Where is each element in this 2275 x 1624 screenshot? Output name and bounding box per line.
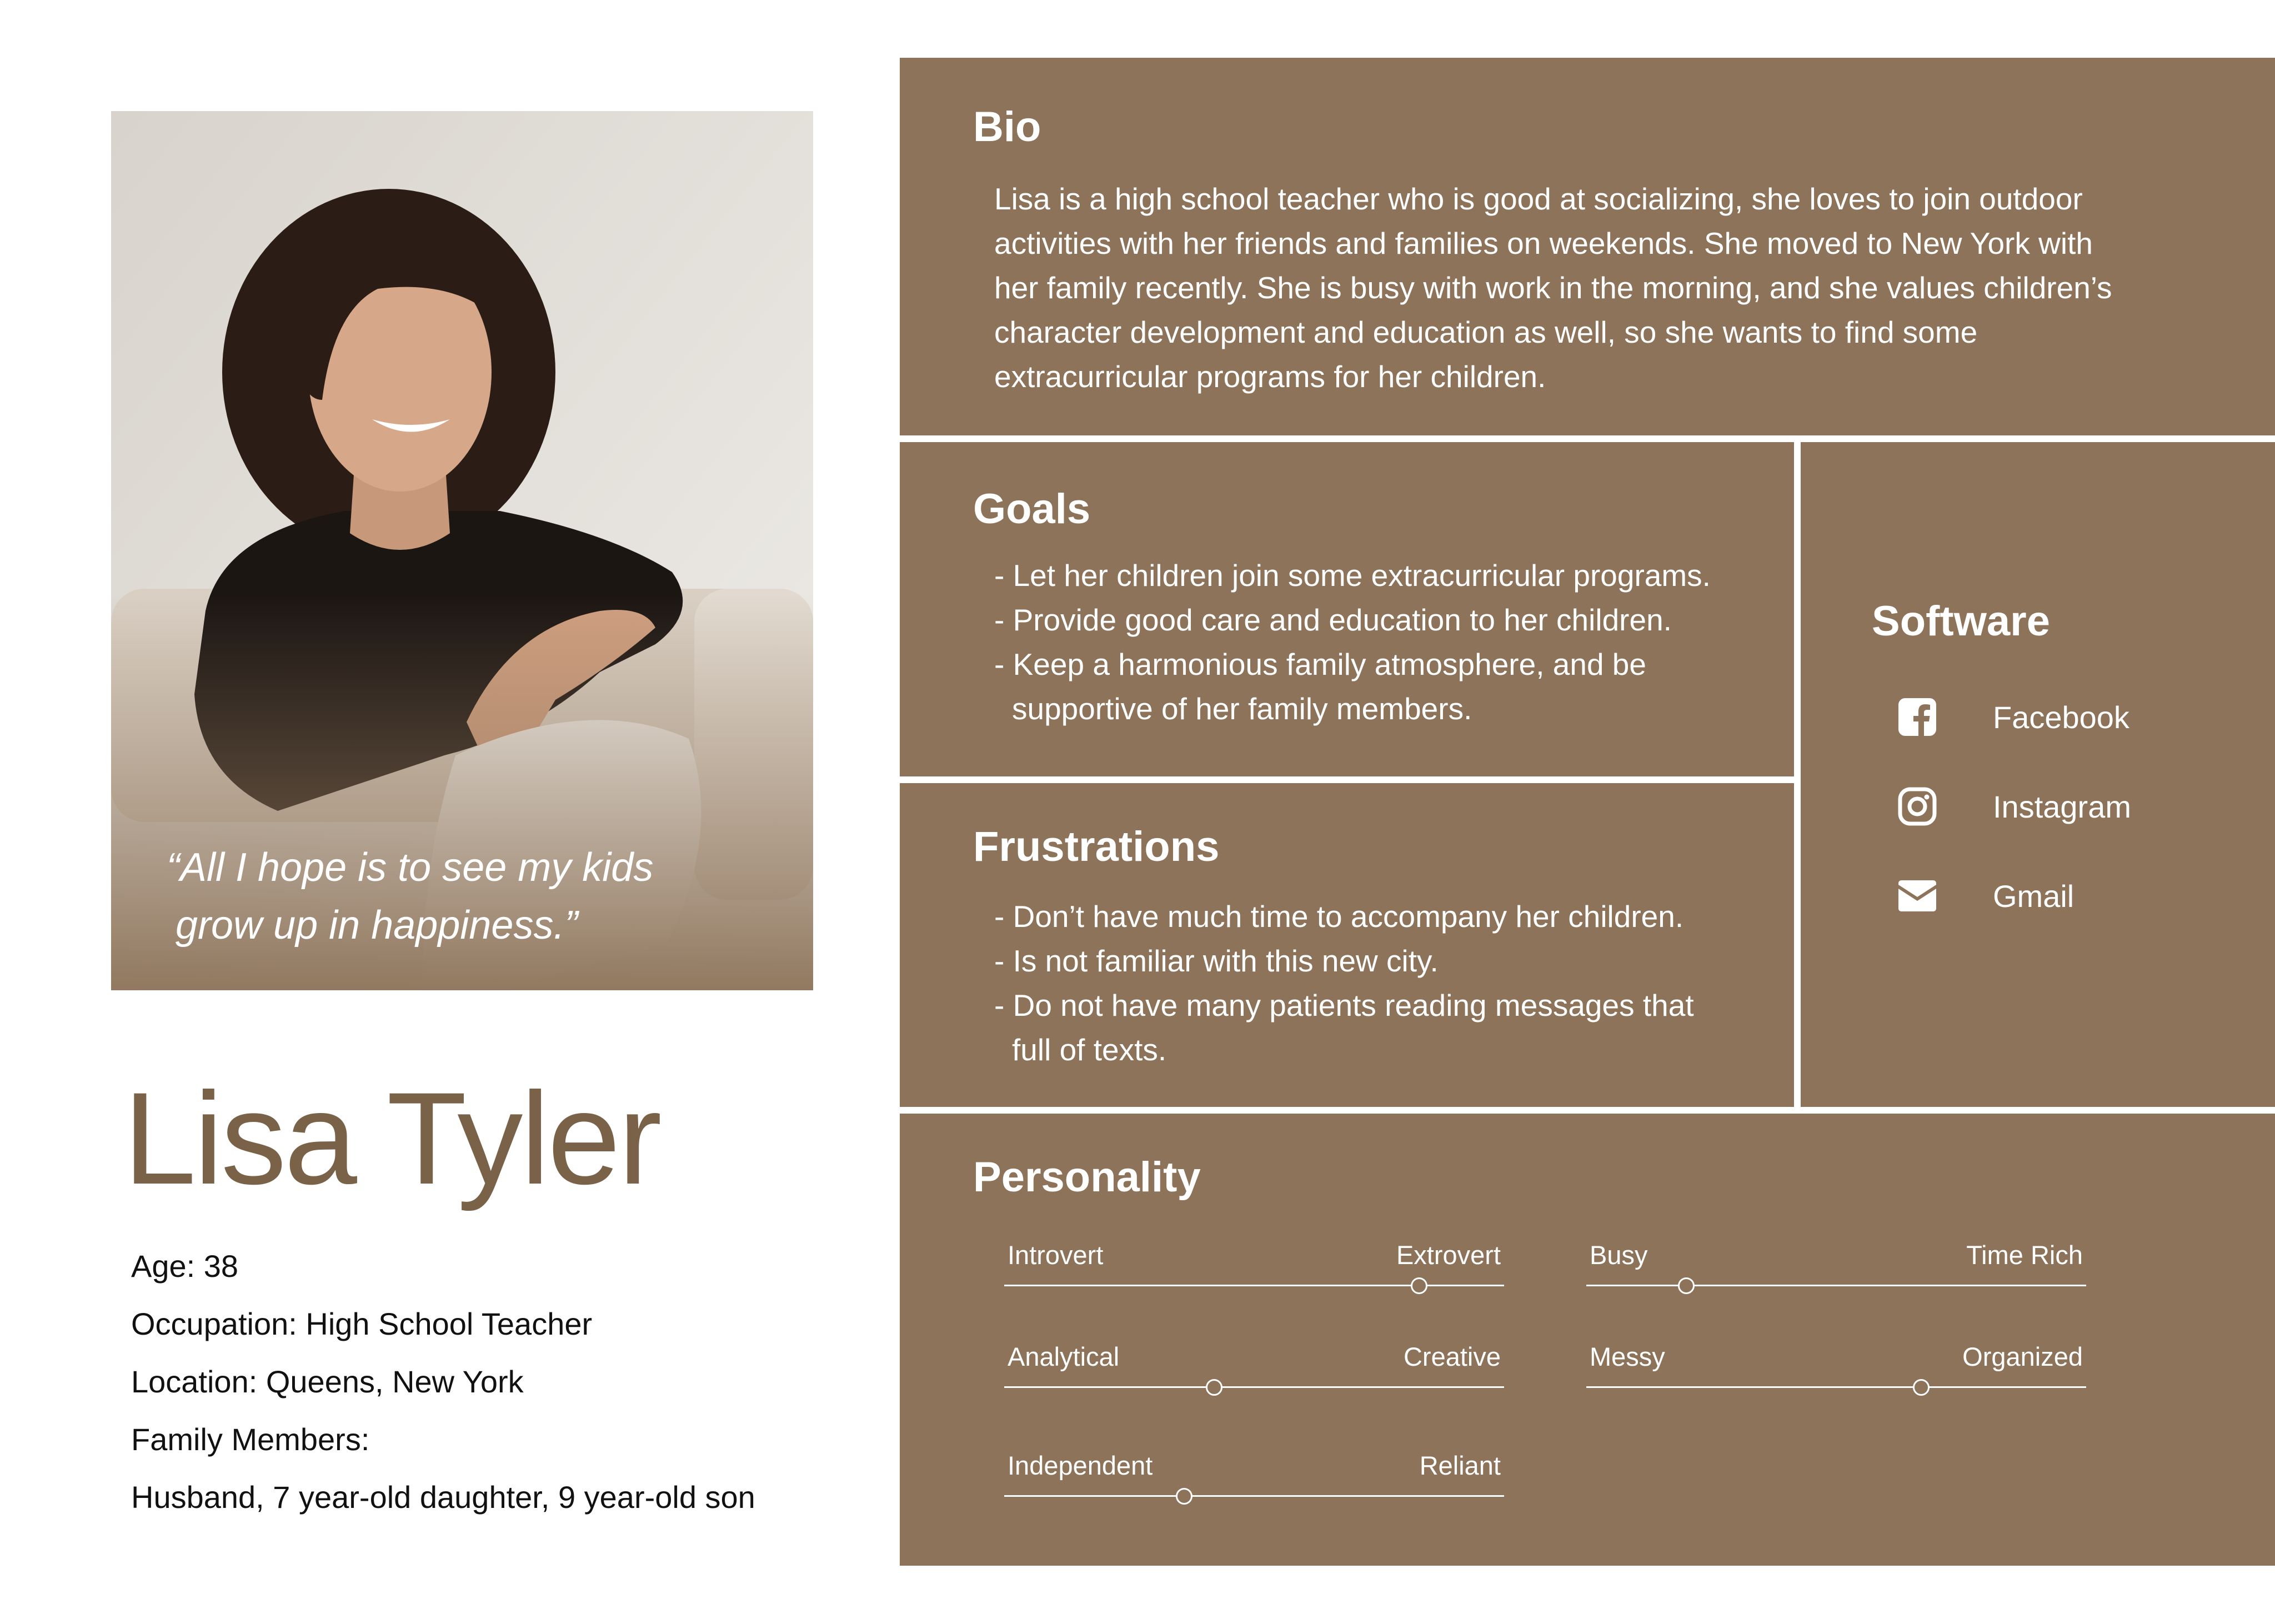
trait-slider-introvert-extrovert: Introvert Extrovert: [1004, 1239, 1504, 1305]
software-panel: Software Facebook Instagram Gmail: [1801, 442, 2275, 1107]
trait-knob: [1411, 1277, 1427, 1294]
trait-slider-busy-timerich: Busy Time Rich: [1586, 1239, 2086, 1305]
trait-left-label: Independent: [1008, 1451, 1153, 1480]
persona-quote: “All I hope is to see my kids grow up in…: [167, 839, 778, 954]
frustration-item: - Is not familiar with this new city.: [994, 944, 1439, 978]
goal-item: - Provide good care and education to her…: [994, 603, 1672, 637]
trait-track: [1586, 1386, 2086, 1388]
frustrations-panel: Frustrations - Don’t have much time to a…: [900, 783, 1794, 1107]
persona-facts: Age: 38 Occupation: High School Teacher …: [131, 1237, 755, 1526]
software-item-instagram[interactable]: Instagram: [1895, 781, 2131, 831]
software-label: Gmail: [1993, 878, 2074, 914]
trait-knob: [1913, 1379, 1930, 1396]
personality-title: Personality: [973, 1154, 1201, 1201]
frustrations-title: Frustrations: [973, 823, 1220, 870]
software-item-facebook[interactable]: Facebook: [1895, 692, 2129, 742]
trait-right-label: Extrovert: [1396, 1240, 1501, 1270]
fact-occupation: Occupation: High School Teacher: [131, 1306, 593, 1341]
trait-knob: [1678, 1277, 1695, 1294]
frustration-item: - Don’t have much time to accompany her …: [994, 899, 1684, 934]
trait-left-label: Analytical: [1008, 1342, 1120, 1371]
goals-title: Goals: [973, 485, 1091, 533]
trait-left-label: Busy: [1590, 1240, 1648, 1270]
trait-slider-messy-organized: Messy Organized: [1586, 1340, 2086, 1407]
fact-family-members: Husband, 7 year-old daughter, 9 year-old…: [131, 1480, 755, 1515]
facebook-icon: [1895, 695, 1940, 739]
personality-panel: Personality Introvert Extrovert Busy Tim…: [900, 1114, 2275, 1566]
mail-icon: [1895, 874, 1940, 918]
trait-right-label: Creative: [1403, 1342, 1501, 1371]
bio-title: Bio: [973, 103, 1041, 151]
trait-left-label: Messy: [1590, 1342, 1665, 1371]
fact-location: Location: Queens, New York: [131, 1364, 524, 1399]
trait-knob: [1176, 1488, 1192, 1505]
software-label: Instagram: [1993, 789, 2131, 824]
software-item-gmail[interactable]: Gmail: [1895, 871, 2074, 921]
software-label: Facebook: [1993, 699, 2129, 735]
trait-slider-independent-reliant: Independent Reliant: [1004, 1449, 1504, 1516]
persona-photo: “All I hope is to see my kids grow up in…: [111, 111, 813, 990]
persona-name: Lisa Tyler: [123, 1065, 662, 1212]
trait-knob: [1206, 1379, 1222, 1396]
trait-track: [1004, 1386, 1504, 1388]
trait-right-label: Organized: [1962, 1342, 2083, 1371]
trait-slider-analytical-creative: Analytical Creative: [1004, 1340, 1504, 1407]
trait-left-label: Introvert: [1008, 1240, 1104, 1270]
goal-item: - Keep a harmonious family atmosphere, a…: [994, 647, 1646, 726]
bio-panel: Bio Lisa is a high school teacher who is…: [900, 58, 2275, 435]
software-title: Software: [1872, 598, 2050, 645]
trait-track: [1004, 1495, 1504, 1497]
bio-text: Lisa is a high school teacher who is goo…: [994, 182, 2112, 394]
trait-track: [1586, 1285, 2086, 1286]
quote-line-2: grow up in happiness.”: [176, 903, 578, 948]
frustration-item: - Do not have many patients reading mess…: [994, 988, 1694, 1067]
trait-right-label: Time Rich: [1966, 1240, 2083, 1270]
trait-track: [1004, 1285, 1504, 1286]
fact-family-label: Family Members:: [131, 1422, 370, 1457]
fact-age: Age: 38: [131, 1249, 239, 1284]
goals-panel: Goals - Let her children join some extra…: [900, 442, 1794, 776]
goal-item: - Let her children join some extracurric…: [994, 558, 1711, 593]
quote-line-1: “All I hope is to see my kids: [167, 845, 654, 890]
instagram-icon: [1895, 784, 1940, 829]
goals-list: - Let her children join some extracurric…: [994, 553, 1761, 731]
trait-right-label: Reliant: [1419, 1451, 1501, 1480]
frustrations-list: - Don’t have much time to accompany her …: [994, 894, 1761, 1072]
